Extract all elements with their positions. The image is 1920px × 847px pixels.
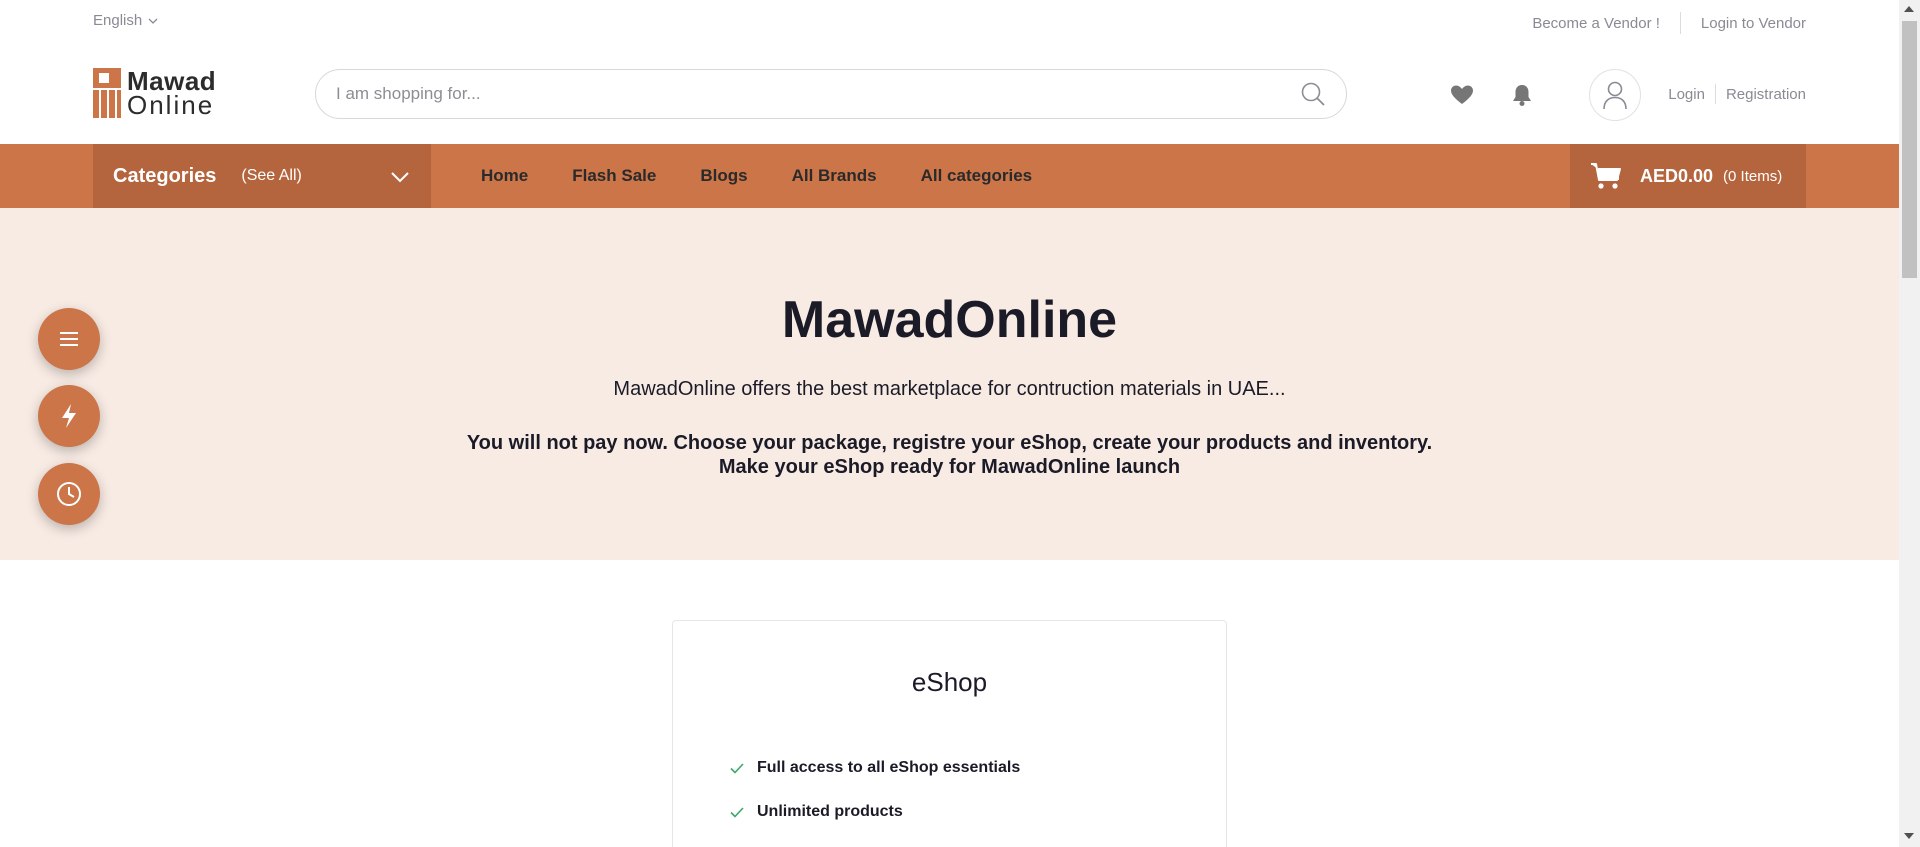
hero-note-line1: You will not pay now. Choose your packag… bbox=[466, 432, 1433, 454]
scrollbar-thumb[interactable] bbox=[1902, 21, 1917, 278]
plan-feature: Unlimited products bbox=[729, 803, 903, 821]
language-selector[interactable]: English bbox=[93, 12, 158, 29]
flash-icon bbox=[62, 404, 76, 428]
categories-dropdown[interactable]: Categories (See All) bbox=[93, 144, 431, 208]
plan-feature: Full access to all eShop essentials bbox=[729, 759, 1020, 777]
search-icon[interactable] bbox=[1300, 81, 1326, 107]
page-scrollbar[interactable] bbox=[1899, 0, 1920, 847]
cart-button[interactable]: AED0.00 (0 Items) bbox=[1570, 144, 1806, 208]
logo-mark-icon bbox=[93, 68, 121, 118]
main-nav: Categories (See All) Home Flash Sale Blo… bbox=[0, 144, 1899, 208]
cart-amount: AED0.00 bbox=[1640, 165, 1714, 186]
login-link[interactable]: Login bbox=[1668, 86, 1705, 103]
hero-title: MawadOnline bbox=[781, 291, 1118, 349]
divider bbox=[1679, 12, 1681, 34]
search-bar bbox=[315, 69, 1347, 119]
language-label: English bbox=[93, 12, 143, 29]
page: English Become a Vendor ! Login to Vendo… bbox=[0, 0, 1899, 847]
plan-feature-label: Unlimited products bbox=[757, 803, 903, 820]
auth-links: Login Registration bbox=[1668, 84, 1806, 104]
nav-links: Home Flash Sale Blogs All Brands All cat… bbox=[481, 144, 1032, 208]
top-bar: English Become a Vendor ! Login to Vendo… bbox=[0, 0, 1899, 44]
become-vendor-link[interactable]: Become a Vendor ! bbox=[1532, 15, 1660, 32]
divider bbox=[1714, 84, 1716, 104]
search-input[interactable] bbox=[336, 84, 1300, 104]
bell-icon[interactable] bbox=[1509, 82, 1535, 108]
registration-link[interactable]: Registration bbox=[1726, 86, 1806, 103]
plan-card: eShop Full access to all eShop essential… bbox=[672, 620, 1227, 847]
chevron-down-icon bbox=[148, 18, 158, 24]
hero-note-line2: Make your eShop ready for MawadOnline la… bbox=[718, 456, 1181, 478]
nav-home[interactable]: Home bbox=[481, 166, 528, 186]
vendor-links: Become a Vendor ! Login to Vendor bbox=[1532, 12, 1806, 34]
check-icon bbox=[730, 807, 744, 818]
login-vendor-link[interactable]: Login to Vendor bbox=[1701, 15, 1806, 32]
cart-icon bbox=[1591, 163, 1621, 189]
logo[interactable]: Mawad Online bbox=[93, 68, 216, 118]
nav-flash-sale[interactable]: Flash Sale bbox=[572, 166, 656, 186]
hero-section: MawadOnline MawadOnline offers the best … bbox=[0, 208, 1899, 560]
scroll-up-icon[interactable] bbox=[1904, 6, 1914, 12]
check-icon bbox=[730, 763, 744, 774]
plan-title: eShop bbox=[911, 667, 988, 697]
scroll-down-icon[interactable] bbox=[1904, 833, 1914, 839]
logo-line2: Online bbox=[127, 90, 215, 120]
categories-see-all: (See All) bbox=[241, 167, 302, 184]
clock-icon bbox=[57, 482, 81, 506]
heart-icon[interactable] bbox=[1449, 82, 1475, 108]
hero-note: You will not pay now. Choose your packag… bbox=[0, 431, 1899, 479]
flash-fab-button[interactable] bbox=[38, 385, 100, 447]
menu-icon bbox=[60, 332, 78, 346]
menu-fab-button[interactable] bbox=[38, 308, 100, 370]
nav-all-categories[interactable]: All categories bbox=[921, 166, 1033, 186]
cart-items-count: (0 Items) bbox=[1723, 167, 1783, 185]
hero-subtitle: MawadOnline offers the best marketplace … bbox=[613, 378, 1286, 400]
clock-fab-button[interactable] bbox=[38, 463, 100, 525]
avatar[interactable] bbox=[1589, 69, 1641, 121]
header: Mawad Online Login R bbox=[0, 44, 1899, 144]
user-icon bbox=[1603, 81, 1627, 110]
nav-all-brands[interactable]: All Brands bbox=[792, 166, 877, 186]
plan-feature-label: Full access to all eShop essentials bbox=[757, 759, 1021, 776]
chevron-down-icon bbox=[391, 172, 409, 183]
logo-text: Mawad Online bbox=[127, 68, 216, 120]
categories-title: Categories bbox=[113, 164, 217, 187]
nav-blogs[interactable]: Blogs bbox=[700, 166, 747, 186]
